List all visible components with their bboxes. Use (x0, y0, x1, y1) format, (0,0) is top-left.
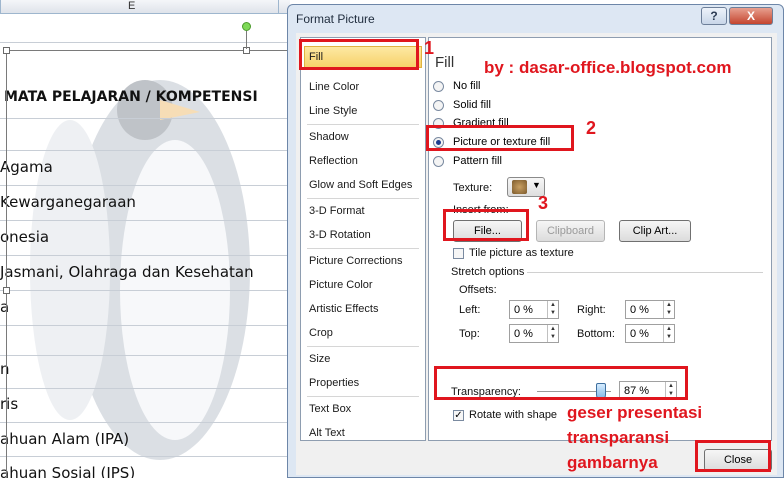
pattern-fill-radio[interactable] (433, 156, 444, 167)
dialog-title: Format Picture (296, 12, 375, 26)
right-offset-value: 0 % (630, 304, 649, 316)
left-offset-label: Left: (459, 304, 481, 316)
top-offset-spinner[interactable]: 0 % ▲ ▼ (509, 324, 559, 343)
clipboard-button[interactable]: Clipboard (536, 220, 605, 242)
texture-label: Texture: (453, 182, 493, 194)
highlight-box-file (443, 209, 529, 241)
note-line-1: geser presentasi (567, 403, 703, 422)
pattern-fill-label[interactable]: Pattern fill (453, 155, 502, 167)
texture-swatch-icon (512, 180, 527, 194)
note-line-3: gambarnya (567, 453, 658, 472)
nav-item-size[interactable]: Size (309, 353, 330, 365)
picture-selection-frame[interactable] (6, 50, 290, 478)
help-button[interactable]: ? (701, 7, 727, 25)
left-offset-value: 0 % (514, 304, 533, 316)
nav-item-line-style[interactable]: Line Style (309, 105, 357, 117)
top-offset-value: 0 % (514, 328, 533, 340)
nav-item-picture-color[interactable]: Picture Color (309, 279, 373, 291)
note-line-2: transparansi (567, 428, 670, 447)
nav-item-reflection[interactable]: Reflection (309, 155, 358, 167)
nav-item-artistic-effects[interactable]: Artistic Effects (309, 303, 378, 315)
right-offset-label: Right: (577, 304, 606, 316)
resize-handle[interactable] (3, 47, 10, 54)
nav-item-shadow[interactable]: Shadow (309, 131, 349, 143)
nav-item-text-box[interactable]: Text Box (309, 403, 351, 415)
spreadsheet-background: E MATA PELAJARAN / KOMPETENSI Agama Kewa… (0, 0, 290, 478)
tile-checkbox[interactable] (453, 248, 464, 259)
nav-item-3d-format[interactable]: 3-D Format (309, 205, 365, 217)
close-x-button[interactable]: X (729, 7, 773, 25)
clip-art-button[interactable]: Clip Art... (619, 220, 691, 242)
highlight-box-close (695, 440, 771, 472)
category-list: Fill Line Color Line Style Shadow Reflec… (300, 37, 426, 441)
nav-item-crop[interactable]: Crop (309, 327, 333, 339)
nav-item-glow[interactable]: Glow and Soft Edges (309, 179, 412, 191)
panel-heading: Fill (435, 54, 455, 71)
highlight-box-transparency (434, 366, 688, 400)
column-letter: E (128, 0, 136, 12)
resize-handle[interactable] (3, 287, 10, 294)
column-header[interactable]: E (0, 0, 290, 14)
rotate-handle[interactable] (242, 22, 251, 31)
step-number-1: 1 (424, 38, 435, 58)
left-offset-spinner[interactable]: 0 % ▲ ▼ (509, 300, 559, 319)
stretch-options-label: Stretch options (451, 266, 525, 278)
solid-fill-label[interactable]: Solid fill (453, 99, 491, 111)
no-fill-label[interactable]: No fill (453, 80, 481, 92)
bottom-offset-label: Bottom: (577, 328, 615, 340)
nav-item-3d-rotation[interactable]: 3-D Rotation (309, 229, 371, 241)
nav-item-alt-text[interactable]: Alt Text (309, 427, 345, 439)
highlight-box-picture-fill (426, 125, 574, 151)
step-number-2: 2 (586, 118, 597, 138)
top-offset-label: Top: (459, 328, 480, 340)
solid-fill-radio[interactable] (433, 100, 444, 111)
nav-item-line-color[interactable]: Line Color (309, 81, 359, 93)
rotate-with-shape-label[interactable]: Rotate with shape (469, 409, 557, 421)
nav-item-properties[interactable]: Properties (309, 377, 359, 389)
rotate-with-shape-checkbox[interactable]: ✓ (453, 410, 464, 421)
chevron-down-icon: ▼ (532, 180, 541, 190)
offsets-label: Offsets: (459, 284, 497, 296)
bottom-offset-value: 0 % (630, 328, 649, 340)
tile-label[interactable]: Tile picture as texture (469, 247, 574, 259)
step-number-3: 3 (538, 193, 549, 213)
bottom-offset-spinner[interactable]: 0 % ▲ ▼ (625, 324, 675, 343)
no-fill-radio[interactable] (433, 81, 444, 92)
nav-item-picture-corrections[interactable]: Picture Corrections (309, 255, 403, 267)
watermark-text: by : dasar-office.blogspot.com (484, 58, 732, 77)
dialog-titlebar[interactable]: Format Picture ? X (288, 5, 783, 31)
right-offset-spinner[interactable]: 0 % ▲ ▼ (625, 300, 675, 319)
highlight-box-fill (299, 39, 419, 70)
